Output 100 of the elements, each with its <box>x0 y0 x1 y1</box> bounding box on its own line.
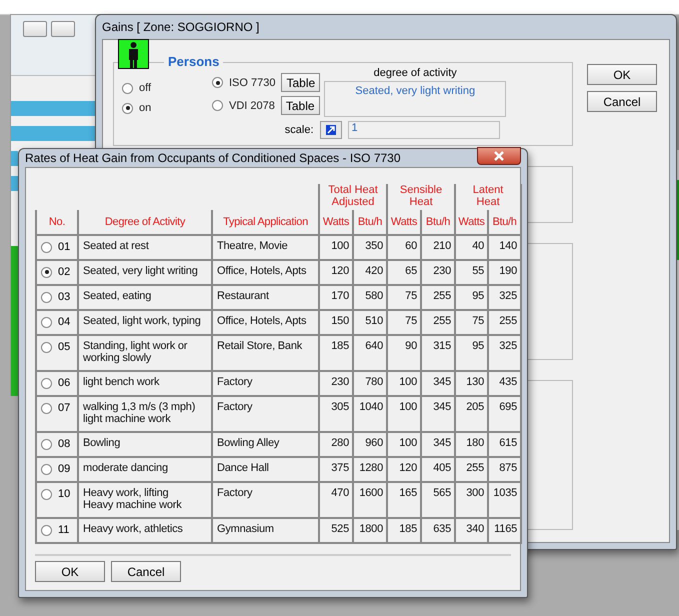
table-cell: Seated at rest <box>78 235 212 260</box>
table-cell: Seated, very light writing <box>78 260 212 285</box>
table-cell: Theatre, Movie <box>212 235 320 260</box>
table-cell: 305 <box>319 396 354 432</box>
column-header: Degree of Activity <box>78 210 212 235</box>
activity-field[interactable]: Seated, very light writing <box>324 81 506 117</box>
group-header: Latent Heat <box>455 184 522 210</box>
table-cell: 185 <box>387 518 422 543</box>
table-cell: 1800 <box>353 518 388 543</box>
close-icon <box>493 151 505 161</box>
table-cell: 435 <box>488 371 522 396</box>
column-header: Btu/h <box>353 210 388 235</box>
table-cell: 255 <box>421 285 456 310</box>
table-cell: 230 <box>319 371 354 396</box>
group-header: Sensible Heat <box>387 184 456 210</box>
table-cell: 120 <box>319 260 354 285</box>
table-cell: 580 <box>353 285 388 310</box>
table-cell: Factory <box>212 396 320 432</box>
column-header: Watts <box>387 210 422 235</box>
table-cell: 315 <box>421 335 456 371</box>
table-cell: 325 <box>488 335 522 371</box>
table-cell: 95 <box>455 285 488 310</box>
table-cell: 875 <box>488 457 522 482</box>
table-cell: 205 <box>455 396 488 432</box>
column-header: Watts <box>455 210 488 235</box>
table-cell: 340 <box>455 518 488 543</box>
table-cell: Factory <box>212 371 320 396</box>
table-cell: Seated, light work, typing <box>78 310 212 335</box>
table-cell: Restaurant <box>212 285 320 310</box>
table-cell: 1040 <box>353 396 388 432</box>
table-cell: Bowling <box>78 432 212 457</box>
table-cell: Retail Store, Bank <box>212 335 320 371</box>
standard-radio[interactable]: VDI 2078 <box>212 96 275 114</box>
table-cell: moderate dancing <box>78 457 212 482</box>
cancel-button[interactable]: Cancel <box>111 561 181 582</box>
group-header: Total Heat Adjusted <box>319 184 388 210</box>
table-cell: Office, Hotels, Apts <box>212 310 320 335</box>
ok-button[interactable]: OK <box>35 561 105 582</box>
table-cell: 565 <box>421 482 456 518</box>
table-cell: 1165 <box>488 518 522 543</box>
table-cell: 165 <box>387 482 422 518</box>
table-cell: 100 <box>387 432 422 457</box>
table-cell: 130 <box>455 371 488 396</box>
cancel-button[interactable]: Cancel <box>587 91 657 112</box>
table-cell: 75 <box>387 310 422 335</box>
table-cell: 510 <box>353 310 388 335</box>
window-title: Rates of Heat Gain from Occupants of Conditioned Spaces - ISO 7730 <box>25 151 401 165</box>
table-cell: 75 <box>455 310 488 335</box>
table-cell: 1280 <box>353 457 388 482</box>
table-cell: 255 <box>421 310 456 335</box>
table-cell: 90 <box>387 335 422 371</box>
column-header: Watts <box>319 210 354 235</box>
table-cell: Gymnasium <box>212 518 320 543</box>
table-button[interactable]: Table <box>281 73 320 92</box>
standard-radio[interactable]: ISO 7730 <box>212 74 276 92</box>
table-cell: 960 <box>353 432 388 457</box>
table-cell: 60 <box>387 235 422 260</box>
group-title: Persons <box>164 54 224 69</box>
table-cell: 210 <box>421 235 456 260</box>
maximize-button[interactable] <box>51 21 75 37</box>
scale-field[interactable]: 1 <box>348 121 500 139</box>
power-radio[interactable]: off <box>122 79 174 97</box>
table-cell: 345 <box>421 396 456 432</box>
table-cell: 420 <box>353 260 388 285</box>
column-header: No. <box>36 210 78 235</box>
table-cell: 150 <box>319 310 354 335</box>
table-cell: Seated, eating <box>78 285 212 310</box>
scale-label: scale: <box>284 124 314 136</box>
minimize-button[interactable] <box>23 21 47 37</box>
table-cell: 375 <box>319 457 354 482</box>
table-cell: light bench work <box>78 371 212 396</box>
table-cell: 100 <box>387 396 422 432</box>
table-cell: 1035 <box>488 482 522 518</box>
table-button[interactable]: Table <box>280 96 320 115</box>
table-cell: 300 <box>455 482 488 518</box>
table-cell: 140 <box>488 235 522 260</box>
table-cell: 180 <box>455 432 488 457</box>
table-cell: 325 <box>488 285 522 310</box>
table-cell: 350 <box>353 235 388 260</box>
table-cell: 185 <box>319 335 354 371</box>
table-cell: Dance Hall <box>212 457 320 482</box>
table-cell: 345 <box>421 371 456 396</box>
table-cell: walking 1,3 m/s (3 mph) light machine work <box>78 396 212 432</box>
table-cell: 615 <box>488 432 522 457</box>
table-cell: 635 <box>421 518 456 543</box>
close-button[interactable] <box>477 147 521 165</box>
table-cell: 190 <box>488 260 522 285</box>
table-cell: 1600 <box>353 482 388 518</box>
table-cell: 100 <box>387 371 422 396</box>
table-cell: 525 <box>319 518 354 543</box>
power-radio[interactable]: on <box>122 99 174 117</box>
table-cell: Factory <box>212 482 320 518</box>
table-cell: Bowling Alley <box>212 432 320 457</box>
column-header: Btu/h <box>488 210 522 235</box>
table-cell: 95 <box>455 335 488 371</box>
table-cell: 55 <box>455 260 488 285</box>
table-cell: 280 <box>319 432 354 457</box>
column-header: Btu/h <box>421 210 456 235</box>
ok-button[interactable]: OK <box>587 64 657 85</box>
table-cell: Heavy work, athletics <box>78 518 212 543</box>
